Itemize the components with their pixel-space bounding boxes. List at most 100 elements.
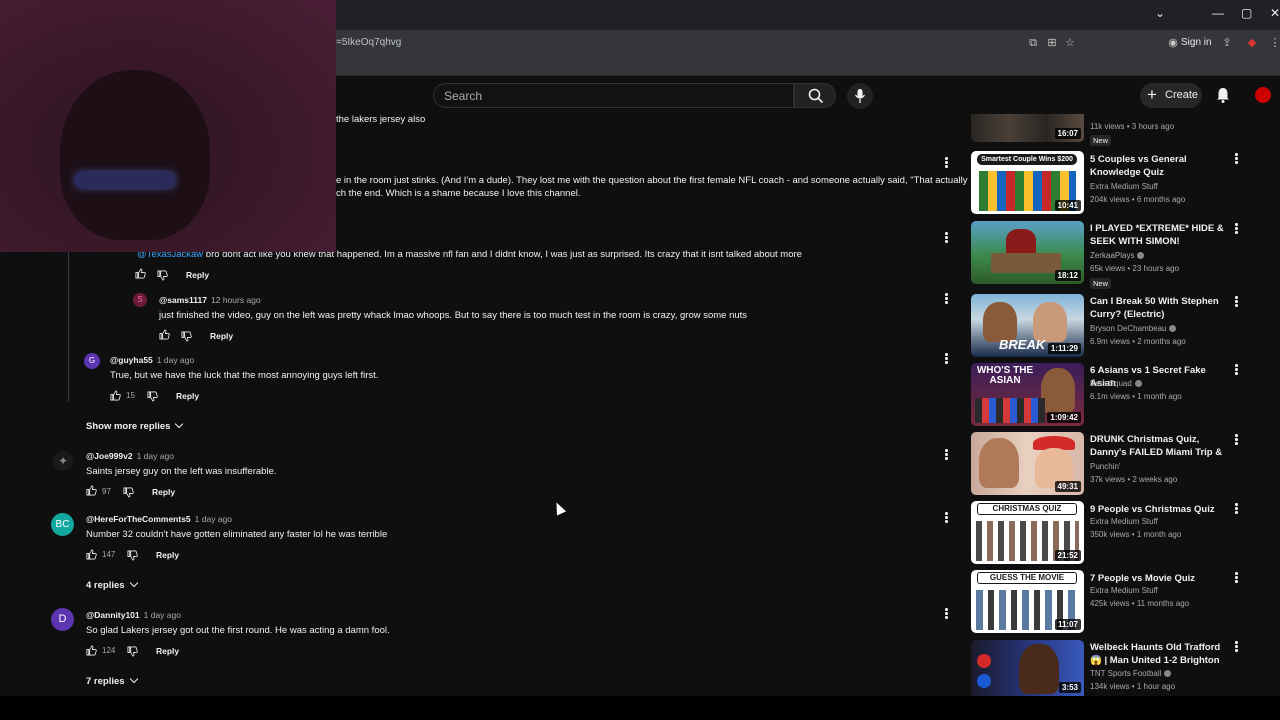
comment-text: Saints jersey guy on the left was insuff… <box>86 466 277 477</box>
video-thumbnail[interactable]: BREAK 1:11:29 <box>971 294 1084 357</box>
video-stats: 134k views • 1 hour ago <box>1090 682 1176 691</box>
video-thumbnail[interactable]: 16:07 <box>971 114 1084 142</box>
video-menu-icon[interactable] <box>1235 503 1239 515</box>
video-menu-icon[interactable] <box>1235 223 1239 235</box>
account-avatar[interactable] <box>1255 87 1271 103</box>
comment-menu-icon[interactable] <box>945 293 949 305</box>
voice-search-button[interactable] <box>847 83 873 109</box>
video-menu-icon[interactable] <box>1235 641 1239 653</box>
video-title[interactable]: Can I Break 50 With Stephen Curry? (Elec… <box>1090 295 1232 321</box>
comment-author[interactable]: @HereForTheComments5 1 day ago <box>86 514 232 524</box>
video-title[interactable]: 5 Couples vs General Knowledge Quiz <box>1090 153 1232 179</box>
video-menu-icon[interactable] <box>1235 572 1239 584</box>
reply-button[interactable]: Reply <box>210 331 233 341</box>
create-label: Create <box>1165 89 1199 101</box>
search-input[interactable]: Search <box>433 83 794 108</box>
video-thumbnail[interactable]: 18:12 <box>971 221 1084 284</box>
replies-toggle[interactable]: 4 replies <box>86 578 138 591</box>
chevron-down-icon[interactable]: ⌄ <box>1155 6 1165 20</box>
video-menu-icon[interactable] <box>1235 434 1239 446</box>
video-duration: 16:07 <box>1054 128 1081 139</box>
dislike-icon[interactable] <box>123 487 134 498</box>
channel-name[interactable]: Extra Medium Stuff <box>1090 586 1158 595</box>
comment-author[interactable]: @sams1117 12 hours ago <box>159 295 261 305</box>
video-menu-icon[interactable] <box>1235 364 1239 376</box>
comment-menu-icon[interactable] <box>945 608 949 620</box>
video-title[interactable]: 9 People vs Christmas Quiz <box>1090 503 1232 516</box>
comment-menu-icon[interactable] <box>945 157 949 169</box>
profile-icon[interactable]: ◉ <box>1166 36 1180 50</box>
replies-toggle[interactable]: 7 replies <box>86 674 138 687</box>
close-icon[interactable]: ✕ <box>1270 6 1280 20</box>
channel-name[interactable]: Beta Squad <box>1090 379 1142 388</box>
like-icon[interactable] <box>135 268 146 279</box>
comment-menu-icon[interactable] <box>945 512 949 524</box>
bookmark-star-icon[interactable]: ☆ <box>1063 36 1077 50</box>
dislike-icon[interactable] <box>147 391 158 402</box>
like-icon[interactable] <box>86 485 97 496</box>
comment-partial-text: the lakers jersey also <box>336 114 426 125</box>
notification-bell-icon[interactable] <box>1214 86 1232 104</box>
video-thumbnail[interactable]: GUESS THE MOVIE 11:07 <box>971 570 1084 633</box>
video-thumbnail[interactable]: 3:53 <box>971 640 1084 696</box>
reply-button[interactable]: Reply <box>176 391 199 401</box>
thread-line <box>68 252 69 402</box>
video-thumbnail[interactable]: WHO'S THE ASIAN 1:09:42 <box>971 363 1084 426</box>
comment-menu-icon[interactable] <box>945 449 949 461</box>
reply-button[interactable]: Reply <box>156 646 179 656</box>
url-text[interactable]: =5IkeOq7qhvg <box>336 37 401 48</box>
comment-author[interactable]: @Dannity101 1 day ago <box>86 610 181 620</box>
channel-name[interactable]: Extra Medium Stuff <box>1090 517 1158 526</box>
like-icon[interactable] <box>86 549 97 560</box>
minimize-icon[interactable]: — <box>1212 6 1224 20</box>
channel-name[interactable]: Extra Medium Stuff <box>1090 182 1158 191</box>
dislike-icon[interactable] <box>157 270 168 281</box>
show-more-replies-button[interactable]: Show more replies <box>86 419 184 432</box>
avatar[interactable]: ✦ <box>53 451 73 471</box>
like-icon[interactable] <box>110 390 121 401</box>
sign-in-button[interactable]: Sign in <box>1181 37 1212 48</box>
comment-author[interactable]: @Joe999v2 1 day ago <box>86 451 174 461</box>
extension-icon[interactable]: ◆ <box>1245 36 1259 50</box>
video-thumbnail[interactable]: CHRISTMAS QUIZ 21:52 <box>971 501 1084 564</box>
search-button[interactable] <box>794 83 836 108</box>
dislike-icon[interactable] <box>127 550 138 561</box>
like-count: 15 <box>126 391 135 400</box>
comment-menu-icon[interactable] <box>945 353 949 365</box>
restore-icon[interactable]: ▢ <box>1241 6 1252 20</box>
dislike-icon[interactable] <box>181 331 192 342</box>
install-icon[interactable]: ⊞ <box>1045 36 1059 50</box>
channel-name[interactable]: Punchin' <box>1090 462 1120 471</box>
avatar[interactable]: G <box>84 353 100 369</box>
dislike-icon[interactable] <box>127 646 138 657</box>
channel-name[interactable]: ZerkaaPlays <box>1090 251 1145 260</box>
verified-icon <box>1169 325 1177 332</box>
channel-name[interactable]: Bryson DeChambeau <box>1090 324 1177 333</box>
translate-icon[interactable]: ⧉ <box>1026 36 1040 50</box>
chevron-down-icon <box>129 674 138 684</box>
avatar[interactable]: S <box>133 293 147 307</box>
reply-button[interactable]: Reply <box>152 487 175 497</box>
comment-author[interactable]: @guyha55 1 day ago <box>110 355 194 365</box>
video-thumbnail[interactable]: Smartest Couple Wins $200 10:41 <box>971 151 1084 214</box>
video-title[interactable]: I PLAYED *EXTREME* HIDE & SEEK WITH SIMO… <box>1090 222 1232 248</box>
video-title[interactable]: 7 People vs Movie Quiz <box>1090 572 1232 585</box>
reply-button[interactable]: Reply <box>186 270 209 280</box>
menu-icon[interactable]: ⋮ <box>1268 36 1280 50</box>
like-icon[interactable] <box>159 329 170 340</box>
avatar[interactable]: D <box>51 608 74 631</box>
comment-menu-icon[interactable] <box>945 232 949 244</box>
video-stats: 204k views • 6 months ago <box>1090 195 1186 204</box>
like-icon[interactable] <box>86 645 97 656</box>
share-icon[interactable]: ⇪ <box>1220 36 1234 50</box>
channel-name[interactable]: TNT Sports Football <box>1090 669 1172 678</box>
create-button[interactable]: + Create <box>1140 83 1202 108</box>
video-title[interactable]: Welbeck Haunts Old Trafford 😱 | Man Unit… <box>1090 641 1232 667</box>
avatar[interactable]: BC <box>51 513 74 536</box>
video-title[interactable]: DRUNK Christmas Quiz, Danny's FAILED Mia… <box>1090 433 1232 459</box>
reply-button[interactable]: Reply <box>156 550 179 560</box>
video-thumbnail[interactable]: 49:31 <box>971 432 1084 495</box>
video-menu-icon[interactable] <box>1235 153 1239 165</box>
video-menu-icon[interactable] <box>1235 296 1239 308</box>
thumbnail-caption: BREAK <box>999 337 1046 352</box>
